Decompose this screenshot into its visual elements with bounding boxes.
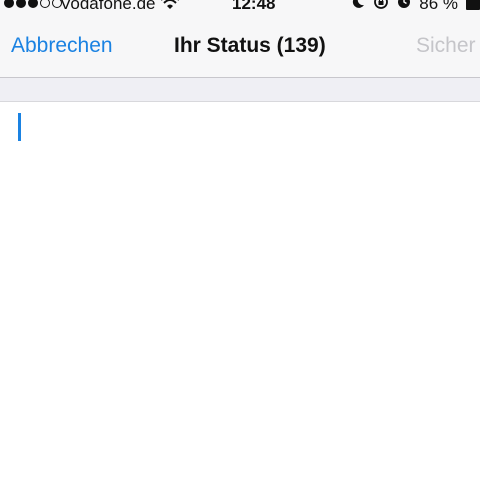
status-right-group: 86 % xyxy=(351,0,480,14)
rotation-lock-icon xyxy=(373,0,389,15)
section-separator xyxy=(0,78,480,102)
alarm-icon xyxy=(397,0,411,14)
signal-dot xyxy=(16,0,26,8)
text-caret xyxy=(18,113,21,141)
wifi-icon xyxy=(160,0,180,15)
screen: Vodafone.de 12:48 86 % Abbrechen Ihr Sta… xyxy=(0,0,480,480)
battery-percentage: 86 % xyxy=(419,0,458,13)
signal-strength-icon xyxy=(4,0,62,8)
signal-dot xyxy=(28,0,38,8)
signal-dot xyxy=(4,0,14,8)
battery-icon xyxy=(466,0,480,10)
signal-dot xyxy=(40,0,50,8)
page-title: Ihr Status (139) xyxy=(174,34,326,57)
navigation-bar: Abbrechen Ihr Status (139) Sicher xyxy=(0,14,480,78)
cancel-button[interactable]: Abbrechen xyxy=(11,34,113,58)
status-text-input[interactable] xyxy=(0,102,480,480)
status-time: 12:48 xyxy=(232,0,276,13)
save-button[interactable]: Sicher xyxy=(416,34,476,58)
carrier-name: Vodafone.de xyxy=(60,0,156,13)
status-bar: Vodafone.de 12:48 86 % xyxy=(0,0,480,14)
moon-icon xyxy=(351,0,365,14)
